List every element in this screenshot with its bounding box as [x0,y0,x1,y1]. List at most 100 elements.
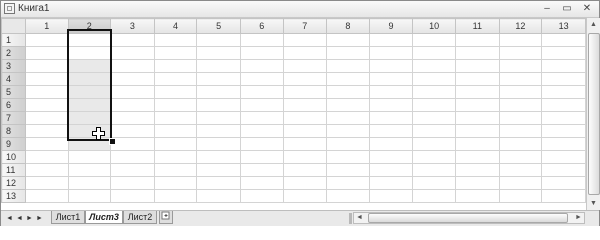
grid-cell[interactable] [326,124,370,138]
grid-cell[interactable] [282,111,328,125]
grid-cell[interactable] [239,150,284,164]
grid-cell[interactable] [24,163,69,177]
grid-cell[interactable] [454,176,500,190]
column-header[interactable]: 4 [153,18,198,34]
grid-cell[interactable] [67,33,112,47]
grid-cell[interactable] [454,85,500,99]
grid-cell[interactable] [282,150,328,164]
grid-cell[interactable] [196,85,241,99]
grid-cell[interactable] [454,124,500,138]
column-header[interactable]: 6 [239,18,284,34]
row-header[interactable]: 3 [1,59,26,73]
grid-cell[interactable] [412,176,456,190]
tab-list1[interactable]: Лист1 [51,211,85,224]
grid-cell[interactable] [454,59,500,73]
grid-cell[interactable] [239,111,284,125]
grid-cell[interactable] [24,124,69,138]
workbook-icon[interactable] [4,3,15,14]
grid-cell[interactable] [196,98,241,112]
grid-cell[interactable] [498,163,543,177]
grid-cell[interactable] [368,163,414,177]
column-header[interactable]: 1 [24,18,69,34]
grid-cell[interactable] [153,46,198,60]
grid-cell[interactable] [454,163,500,177]
grid-cell[interactable] [368,46,414,60]
row-header[interactable]: 2 [1,46,26,60]
grid-cell[interactable] [67,111,112,125]
grid-cell[interactable] [541,163,586,177]
grid-cell[interactable] [196,124,241,138]
grid-cell[interactable] [67,59,112,73]
grid-cell[interactable] [239,72,284,86]
grid-cell[interactable] [67,85,112,99]
grid-cell[interactable] [326,72,370,86]
grid-cell[interactable] [498,189,543,203]
grid-cell[interactable] [412,137,456,151]
grid-cell[interactable] [498,150,543,164]
scroll-down-icon[interactable]: ▼ [587,197,600,210]
grid-cell[interactable] [24,150,69,164]
grid-cell[interactable] [454,137,500,151]
grid-cell[interactable] [153,150,198,164]
grid-cell[interactable] [239,85,284,99]
scroll-right-icon[interactable]: ► [573,213,584,223]
spreadsheet-grid[interactable]: 1 2 3 4 5 6 7 8 9 10 11 12 13 1234567891… [1,18,586,210]
grid-cell[interactable] [153,163,198,177]
grid-cell[interactable] [153,111,198,125]
grid-cell[interactable] [67,72,112,86]
grid-cell[interactable] [110,163,155,177]
grid-cell[interactable] [110,111,155,125]
grid-cell[interactable] [541,150,586,164]
grid-cell[interactable] [412,72,456,86]
grid-cell[interactable] [541,59,586,73]
grid-cell[interactable] [326,150,370,164]
row-header[interactable]: 10 [1,150,26,164]
insert-sheet-icon[interactable] [159,211,173,224]
grid-cell[interactable] [24,189,69,203]
grid-cell[interactable] [196,33,241,47]
grid-cell[interactable] [239,46,284,60]
row-header[interactable]: 12 [1,176,26,190]
grid-cell[interactable] [541,85,586,99]
restore-button[interactable]: ▭ [559,2,575,15]
grid-cell[interactable] [153,72,198,86]
column-header[interactable]: 8 [326,18,370,34]
grid-cell[interactable] [541,111,586,125]
row-header[interactable]: 9 [1,137,26,151]
grid-cell[interactable] [110,72,155,86]
grid-cell[interactable] [239,189,284,203]
grid-cell[interactable] [282,98,328,112]
grid-cell[interactable] [326,98,370,112]
grid-cell[interactable] [368,33,414,47]
grid-cell[interactable] [239,98,284,112]
grid-cell[interactable] [24,137,69,151]
grid-cell[interactable] [454,98,500,112]
row-header[interactable]: 5 [1,85,26,99]
grid-cell[interactable] [67,163,112,177]
grid-cell[interactable] [196,59,241,73]
grid-cell[interactable] [498,46,543,60]
first-sheet-icon[interactable]: ◄ [5,213,14,224]
grid-cell[interactable] [412,111,456,125]
grid-cell[interactable] [368,189,414,203]
grid-cell[interactable] [326,46,370,60]
column-header[interactable]: 13 [541,18,586,34]
prev-sheet-icon[interactable]: ◄ [15,213,24,224]
grid-cell[interactable] [282,59,328,73]
grid-cell[interactable] [454,46,500,60]
column-header[interactable]: 9 [368,18,414,34]
grid-cell[interactable] [239,59,284,73]
grid-cell[interactable] [282,85,328,99]
column-header[interactable]: 5 [196,18,241,34]
grid-cell[interactable] [454,111,500,125]
grid-cell[interactable] [24,111,69,125]
grid-cell[interactable] [368,59,414,73]
grid-cell[interactable] [368,72,414,86]
grid-cell[interactable] [24,59,69,73]
minimize-button[interactable]: – [539,2,555,15]
grid-cell[interactable] [110,46,155,60]
grid-cell[interactable] [196,189,241,203]
grid-cell[interactable] [282,72,328,86]
grid-cell[interactable] [110,98,155,112]
grid-cell[interactable] [541,72,586,86]
